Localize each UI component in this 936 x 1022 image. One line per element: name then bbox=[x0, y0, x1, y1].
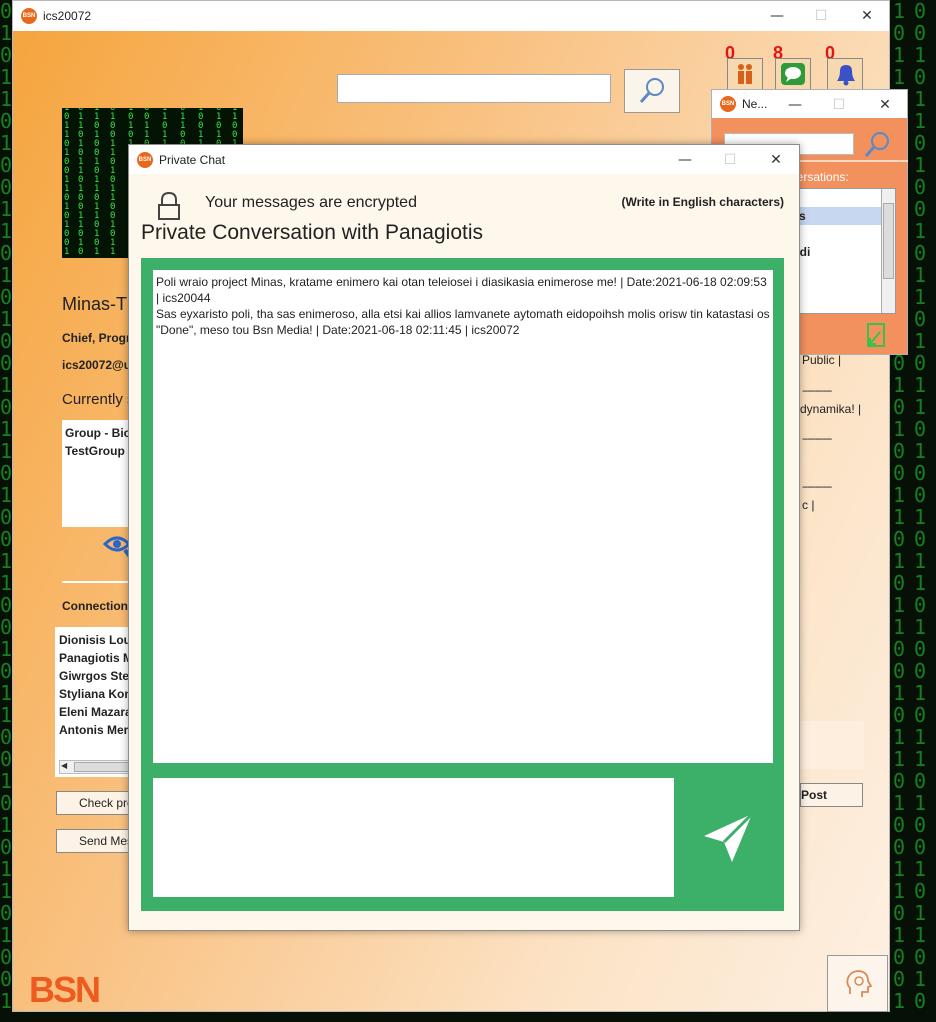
scroll-left-icon[interactable]: ◀ bbox=[61, 761, 67, 770]
profile-role: Chief, Progr bbox=[62, 331, 131, 345]
profile-name: Minas-Th bbox=[62, 294, 138, 314]
messages-titlebar: BSN Ne... — ☐ ✕ bbox=[712, 90, 907, 118]
bsn-brand-logo: BSN bbox=[29, 969, 101, 1010]
send-button[interactable] bbox=[693, 803, 763, 873]
close-button[interactable]: ✕ bbox=[756, 145, 796, 175]
bsn-logo-icon: BSN bbox=[720, 96, 736, 112]
feed-text: dynamika! | bbox=[800, 402, 862, 416]
help-button[interactable] bbox=[827, 955, 888, 1012]
feed-separator: ----------- bbox=[802, 433, 832, 445]
profile-email: ics20072@u bbox=[62, 358, 132, 372]
notifications-button[interactable] bbox=[827, 58, 863, 90]
close-button[interactable]: ✕ bbox=[865, 90, 905, 120]
connections-label: Connections bbox=[62, 599, 135, 613]
close-button[interactable]: ✕ bbox=[847, 1, 887, 31]
post-button[interactable]: Post bbox=[800, 783, 863, 807]
bsn-logo-icon: BSN bbox=[21, 8, 37, 24]
matrix-column: 0 0 1 0 1 1 0 1 0 0 1 0 1 1 0 1 0 1 1 0 … bbox=[914, 0, 927, 1013]
chat-bubble-icon bbox=[781, 63, 805, 85]
conversation-title: Private Conversation with Panagiotis bbox=[141, 221, 484, 244]
open-conversation-icon[interactable] bbox=[866, 322, 886, 348]
chat-message: Poli wraio project Minas, kratame enimer… bbox=[156, 275, 767, 305]
vertical-scrollbar[interactable] bbox=[881, 189, 895, 313]
friend-requests-button[interactable] bbox=[727, 58, 763, 90]
feed-text: c | bbox=[802, 498, 815, 512]
lock-icon bbox=[158, 191, 180, 220]
feed-text: Public | bbox=[802, 353, 842, 367]
friends-icon bbox=[738, 64, 752, 84]
search-icon[interactable] bbox=[862, 130, 892, 160]
search-icon bbox=[639, 78, 664, 103]
minimize-button[interactable]: — bbox=[665, 145, 705, 175]
messages-window-title: Ne... bbox=[742, 97, 768, 111]
help-icon bbox=[845, 969, 872, 997]
bell-icon bbox=[837, 65, 855, 86]
feed-separator: ----------- bbox=[802, 481, 832, 493]
search-button[interactable] bbox=[624, 69, 680, 113]
maximize-button[interactable]: ☐ bbox=[819, 90, 859, 120]
send-icon bbox=[704, 812, 754, 862]
chat-window-title: Private Chat bbox=[159, 152, 226, 167]
chat-titlebar: BSN Private Chat — ☐ ✕ bbox=[129, 145, 799, 174]
english-characters-note: (Write in English characters) bbox=[621, 195, 785, 209]
message-log[interactable]: Poli wraio project Minas, kratame enimer… bbox=[153, 270, 773, 763]
private-chat-window: BSN Private Chat — ☐ ✕ Your messages are… bbox=[128, 144, 800, 931]
chat-message: Sas eyxaristo poli, tha sas enimeroso, a… bbox=[156, 307, 770, 337]
search-input[interactable] bbox=[337, 74, 611, 103]
main-window-title: ics20072 bbox=[43, 9, 92, 23]
bsn-logo-icon: BSN bbox=[137, 151, 153, 168]
maximize-button[interactable]: ☐ bbox=[801, 1, 841, 31]
encryption-notice: Your messages are encrypted bbox=[205, 194, 417, 211]
feed-separator: ----------- bbox=[802, 385, 832, 397]
minimize-button[interactable]: — bbox=[757, 1, 797, 31]
chat-panel: Poli wraio project Minas, kratame enimer… bbox=[141, 258, 784, 911]
minimize-button[interactable]: — bbox=[775, 90, 815, 120]
messages-button[interactable] bbox=[775, 58, 811, 90]
main-titlebar: BSN ics20072 — ☐ ✕ bbox=[13, 1, 889, 31]
scrollbar-thumb[interactable] bbox=[74, 762, 134, 772]
message-input[interactable] bbox=[153, 778, 674, 897]
maximize-button[interactable]: ☐ bbox=[710, 145, 750, 175]
currently-label: Currently s bbox=[62, 391, 135, 408]
post-input[interactable] bbox=[800, 721, 864, 769]
scrollbar-thumb[interactable] bbox=[883, 203, 894, 279]
